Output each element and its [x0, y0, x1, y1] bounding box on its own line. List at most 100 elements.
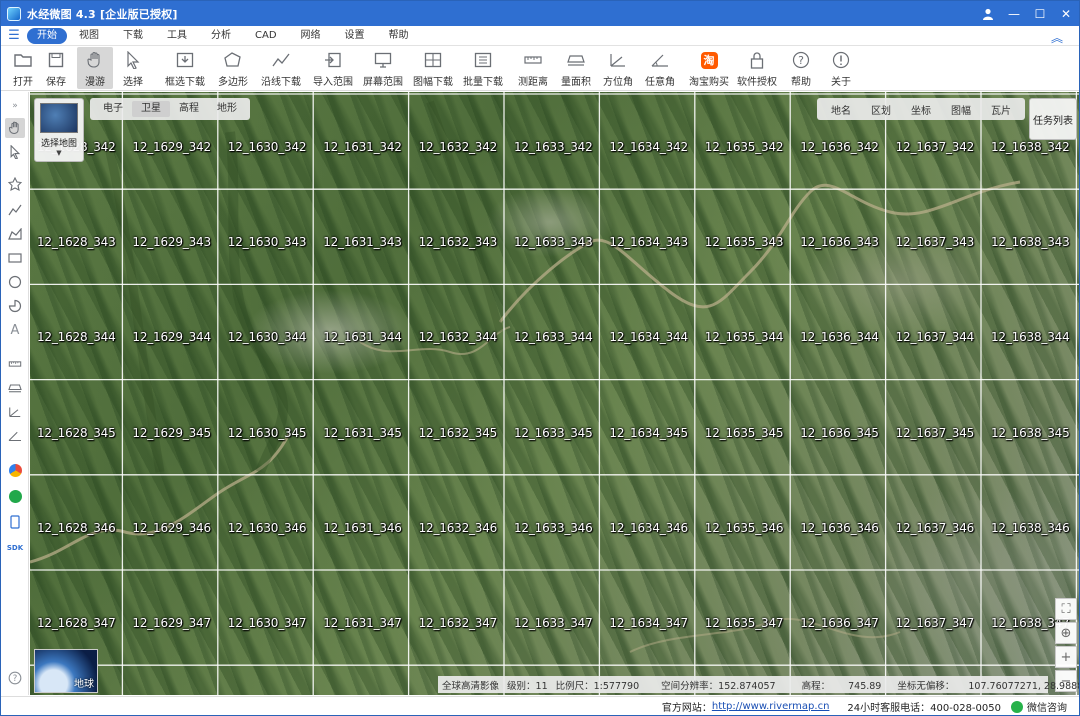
area-draw-icon[interactable]	[5, 224, 25, 244]
side-angle-icon[interactable]	[5, 426, 25, 446]
taobao-buy-button[interactable]: 淘 淘宝购买	[685, 47, 733, 89]
scale-label: 比例尺：	[555, 680, 594, 692]
box-download-button[interactable]: 框选下载	[159, 47, 211, 89]
tile-label: 12_1629_345	[132, 425, 211, 440]
map-thumbnail	[40, 103, 78, 133]
layer-sheets[interactable]: 图幅	[941, 102, 981, 117]
minimize-button[interactable]: —	[1001, 1, 1027, 26]
open-button[interactable]: 打开	[5, 47, 41, 89]
tile-label: 12_1631_345	[323, 425, 402, 440]
sector-icon[interactable]	[5, 296, 25, 316]
tile-label: 12_1629_343	[132, 235, 211, 250]
map-canvas[interactable]: 12_1628_34212_1629_34212_1630_34212_1631…	[30, 92, 1079, 695]
side-ruler-icon[interactable]	[5, 354, 25, 374]
left-sidebar: » A SDK ?	[1, 92, 29, 695]
maptype-electronic[interactable]: 电子	[94, 101, 132, 117]
point-marker-icon[interactable]	[5, 174, 25, 194]
tile-label: 12_1637_347	[895, 616, 975, 630]
elevation-label: 高程：	[801, 680, 831, 692]
tile-label: 12_1633_344	[514, 330, 593, 345]
sheet-download-button[interactable]: 图幅下载	[407, 47, 459, 89]
tile-label: 12_1636_347	[800, 616, 879, 630]
menu-start[interactable]: 开始	[27, 27, 67, 44]
menu-settings[interactable]: 设置	[333, 28, 377, 44]
side-azimuth-icon[interactable]	[5, 402, 25, 422]
measure-area-button[interactable]: 量面积	[555, 47, 597, 89]
rectangle-icon[interactable]	[5, 248, 25, 268]
window-title: 水经微图 4.3 [企业版已授权]	[27, 7, 178, 21]
sdk-icon[interactable]: SDK	[5, 538, 25, 558]
polygon-icon	[223, 50, 243, 70]
circle-icon[interactable]	[5, 272, 25, 292]
user-icon[interactable]	[975, 1, 1001, 26]
wechat-icon	[1011, 700, 1023, 713]
status-bar: 官方网站： http://www.rivermap.cn 24小时客服电话：40…	[1, 696, 1079, 715]
select-tool-icon[interactable]	[5, 142, 25, 162]
batch-download-icon	[473, 50, 493, 70]
menu-view[interactable]: 视图	[67, 28, 111, 44]
screen-range-button[interactable]: 屏幕范围	[359, 47, 407, 89]
menu-cad[interactable]: CAD	[243, 28, 289, 44]
batch-download-button[interactable]: 批量下载	[459, 47, 507, 89]
sidebar-help-icon[interactable]: ?	[5, 668, 25, 688]
layer-place-names[interactable]: 地名	[821, 102, 861, 117]
menu-download[interactable]: 下载	[111, 28, 155, 44]
tile-label: 12_1636_343	[800, 235, 879, 250]
hotline-text: 24小时客服电话：400-028-0050	[847, 703, 1001, 714]
layer-tiles[interactable]: 瓦片	[981, 102, 1021, 117]
tile-label: 12_1632_347	[418, 616, 498, 630]
about-button[interactable]: 关于	[821, 47, 861, 89]
measure-distance-button[interactable]: 测距离	[511, 47, 555, 89]
tile-label: 12_1636_345	[800, 425, 879, 440]
polygon-button[interactable]: 多边形	[211, 47, 255, 89]
map-info-bar: 全球高清影像 级别：11 比例尺：1:577790 空间分辨率：152.8740…	[438, 676, 1079, 693]
menu-analysis[interactable]: 分析	[199, 28, 243, 44]
green-link-icon[interactable]	[5, 486, 25, 506]
close-button[interactable]: ✕	[1053, 1, 1079, 26]
azimuth-icon	[608, 50, 628, 70]
website-link[interactable]: http://www.rivermap.cn	[712, 701, 830, 712]
maximize-button[interactable]: ☐	[1027, 1, 1053, 26]
line-download-button[interactable]: 沿线下载	[255, 47, 307, 89]
import-range-button[interactable]: 导入范围	[307, 47, 359, 89]
zoom-in-button[interactable]: +	[1055, 646, 1077, 668]
license-button[interactable]: 软件授权	[733, 47, 781, 89]
tile-label: 12_1628_344	[37, 330, 116, 345]
tile-label: 12_1631_343	[323, 235, 402, 250]
task-list-button[interactable]: 任务列表	[1029, 98, 1077, 140]
maptype-elevation[interactable]: 高程	[170, 101, 208, 117]
layer-divisions[interactable]: 区划	[861, 102, 901, 117]
expand-sidebar-icon[interactable]: »	[5, 96, 25, 116]
polyline-icon[interactable]	[5, 200, 25, 220]
globe-switch[interactable]: 地球	[34, 649, 98, 693]
fullscreen-icon[interactable]: ⛶	[1055, 598, 1077, 620]
tile-label: 12_1637_343	[895, 235, 975, 250]
menu-tools[interactable]: 工具	[155, 28, 199, 44]
maptype-satellite[interactable]: 卫星	[132, 101, 170, 117]
menu-network[interactable]: 网络	[289, 28, 333, 44]
select-button[interactable]: 选择	[113, 47, 153, 89]
pan-button[interactable]: 漫游	[77, 47, 113, 89]
any-angle-button[interactable]: 任意角	[639, 47, 681, 89]
save-button[interactable]: 保存	[41, 47, 71, 89]
pan-tool-icon[interactable]	[5, 118, 25, 138]
colorful-app-icon[interactable]	[5, 460, 25, 480]
tile-label: 12_1631_344	[323, 330, 402, 345]
website-label: 官方网站：	[661, 703, 712, 714]
maptype-terrain[interactable]: 地形	[208, 101, 246, 117]
text-label-icon[interactable]: A	[5, 320, 25, 340]
tile-label: 12_1630_344	[227, 330, 307, 345]
tile-label: 12_1628_346	[37, 520, 116, 535]
select-map-button[interactable]: 选择地图 ▼	[34, 98, 84, 162]
azimuth-button[interactable]: 方位角	[597, 47, 639, 89]
locate-icon[interactable]: ⊕	[1055, 622, 1077, 644]
side-area-icon[interactable]	[5, 378, 25, 398]
layer-coordinates[interactable]: 坐标	[901, 102, 941, 117]
help-button[interactable]: ? 帮助	[781, 47, 821, 89]
menu-help[interactable]: 帮助	[377, 28, 421, 44]
collapse-ribbon-icon[interactable]: ︽	[1051, 29, 1063, 46]
hamburger-menu-icon[interactable]: ☰	[1, 28, 27, 43]
wechat-consult[interactable]: 微信咨询	[1011, 699, 1067, 714]
tile-label: 12_1638_342	[991, 140, 1070, 154]
device-icon[interactable]	[5, 512, 25, 532]
